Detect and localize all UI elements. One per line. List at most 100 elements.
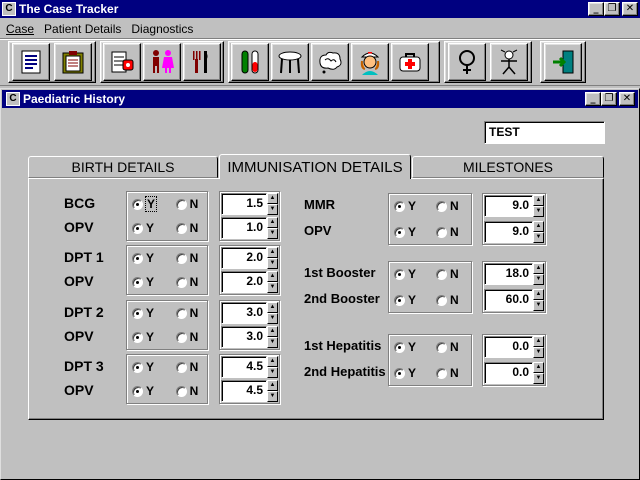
spin-down-button[interactable]: ▼ xyxy=(533,373,544,384)
app-icon[interactable]: C xyxy=(2,2,16,16)
tab-birth-details[interactable]: BIRTH DETAILS xyxy=(28,156,218,178)
patient-name-field[interactable]: TEST xyxy=(484,121,605,144)
radio-no[interactable]: N xyxy=(175,221,204,235)
spin-down-button[interactable]: ▼ xyxy=(533,206,544,217)
phone-book-icon[interactable] xyxy=(103,43,141,81)
radio-no[interactable]: N xyxy=(436,199,466,213)
spin-down-button[interactable]: ▼ xyxy=(533,300,544,311)
tab-immunisation-details[interactable]: IMMUNISATION DETAILS xyxy=(219,154,411,179)
tab-milestones[interactable]: MILESTONES xyxy=(412,156,604,178)
radio-yes[interactable]: Y xyxy=(132,384,176,398)
radio-no[interactable]: N xyxy=(436,340,466,354)
spin-up-button[interactable]: ▲ xyxy=(533,195,544,206)
exit-icon[interactable] xyxy=(544,43,582,81)
age-value-field[interactable]: 4.5 xyxy=(221,356,267,378)
radio-dot[interactable] xyxy=(132,198,143,210)
spin-up-button[interactable]: ▲ xyxy=(533,362,544,373)
radio-no[interactable]: N xyxy=(175,360,204,374)
radio-dot[interactable] xyxy=(175,385,187,397)
radio-dot[interactable] xyxy=(175,198,187,210)
radio-yes[interactable]: Y xyxy=(132,251,176,265)
spin-down-button[interactable]: ▼ xyxy=(267,282,278,293)
radio-no[interactable]: N xyxy=(436,366,466,380)
radio-yes[interactable]: Y xyxy=(394,267,436,281)
minimize-button[interactable]: _ xyxy=(588,2,604,16)
radio-no[interactable]: N xyxy=(175,251,204,265)
female-symbol-icon[interactable] xyxy=(448,43,486,81)
cutlery-icon[interactable] xyxy=(183,43,221,81)
age-value-field[interactable]: 3.0 xyxy=(221,302,267,324)
close-button[interactable]: ✕ xyxy=(622,2,638,16)
radio-dot[interactable] xyxy=(394,200,405,212)
radio-yes[interactable]: Y xyxy=(132,275,176,289)
radio-yes[interactable]: Y xyxy=(132,360,176,374)
radio-dot[interactable] xyxy=(436,268,447,280)
radio-dot[interactable] xyxy=(132,307,143,319)
spin-up-button[interactable]: ▲ xyxy=(533,336,544,347)
radio-yes[interactable]: Y xyxy=(132,330,176,344)
radio-dot[interactable] xyxy=(132,331,143,343)
radio-yes[interactable]: Y xyxy=(394,199,436,213)
menu-case[interactable]: Case xyxy=(6,22,34,36)
radio-dot[interactable] xyxy=(175,331,187,343)
child-icon[interactable] xyxy=(490,43,528,81)
radio-dot[interactable] xyxy=(394,341,405,353)
radio-dot[interactable] xyxy=(132,361,143,373)
spin-down-button[interactable]: ▼ xyxy=(267,228,278,239)
age-value-field[interactable]: 4.5 xyxy=(221,380,267,402)
spin-up-button[interactable]: ▲ xyxy=(267,247,278,258)
window-minimize-button[interactable]: _ xyxy=(585,92,601,106)
radio-dot[interactable] xyxy=(175,276,187,288)
age-value-field[interactable]: 60.0 xyxy=(484,289,533,311)
radio-no[interactable]: N xyxy=(175,330,204,344)
radio-dot[interactable] xyxy=(175,307,187,319)
age-value-field[interactable]: 0.0 xyxy=(484,336,533,358)
spin-up-button[interactable]: ▲ xyxy=(533,289,544,300)
spin-down-button[interactable]: ▼ xyxy=(533,232,544,243)
age-value-field[interactable]: 2.0 xyxy=(221,247,267,269)
radio-dot[interactable] xyxy=(436,294,447,306)
radio-no[interactable]: N xyxy=(436,267,466,281)
age-value-field[interactable]: 9.0 xyxy=(484,221,533,243)
age-value-field[interactable]: 0.0 xyxy=(484,362,533,384)
radio-yes[interactable]: Y xyxy=(394,293,436,307)
spin-up-button[interactable]: ▲ xyxy=(267,217,278,228)
spin-down-button[interactable]: ▼ xyxy=(533,274,544,285)
radio-yes[interactable]: Y xyxy=(132,196,176,212)
menu-diagnostics[interactable]: Diagnostics xyxy=(131,22,193,36)
radio-dot[interactable] xyxy=(394,367,405,379)
radio-dot[interactable] xyxy=(132,222,143,234)
spin-up-button[interactable]: ▲ xyxy=(533,221,544,232)
spin-down-button[interactable]: ▼ xyxy=(267,204,278,215)
radio-dot[interactable] xyxy=(394,294,405,306)
radio-dot[interactable] xyxy=(132,385,143,397)
spin-up-button[interactable]: ▲ xyxy=(267,193,278,204)
spin-up-button[interactable]: ▲ xyxy=(267,302,278,313)
radio-yes[interactable]: Y xyxy=(132,221,176,235)
spin-up-button[interactable]: ▲ xyxy=(267,380,278,391)
restore-button[interactable]: ❐ xyxy=(604,2,620,16)
radio-dot[interactable] xyxy=(175,252,187,264)
radio-no[interactable]: N xyxy=(175,275,204,289)
radio-dot[interactable] xyxy=(394,226,405,238)
radio-dot[interactable] xyxy=(175,361,187,373)
spin-down-button[interactable]: ▼ xyxy=(267,337,278,348)
window-icon[interactable]: C xyxy=(6,92,20,106)
radio-dot[interactable] xyxy=(436,341,447,353)
test-tube-icon[interactable] xyxy=(231,43,269,81)
radio-dot[interactable] xyxy=(436,226,447,238)
spin-down-button[interactable]: ▼ xyxy=(533,347,544,358)
radio-no[interactable]: N xyxy=(436,225,466,239)
spin-down-button[interactable]: ▼ xyxy=(267,391,278,402)
radio-no[interactable]: N xyxy=(436,293,466,307)
radio-dot[interactable] xyxy=(394,268,405,280)
spin-up-button[interactable]: ▲ xyxy=(267,356,278,367)
clipboard-icon[interactable] xyxy=(54,43,92,81)
spin-down-button[interactable]: ▼ xyxy=(267,258,278,269)
spin-up-button[interactable]: ▲ xyxy=(533,263,544,274)
radio-dot[interactable] xyxy=(436,367,447,379)
medical-bag-icon[interactable] xyxy=(391,43,429,81)
document-icon[interactable] xyxy=(12,43,50,81)
age-value-field[interactable]: 2.0 xyxy=(221,271,267,293)
window-restore-button[interactable]: ❐ xyxy=(601,92,617,106)
